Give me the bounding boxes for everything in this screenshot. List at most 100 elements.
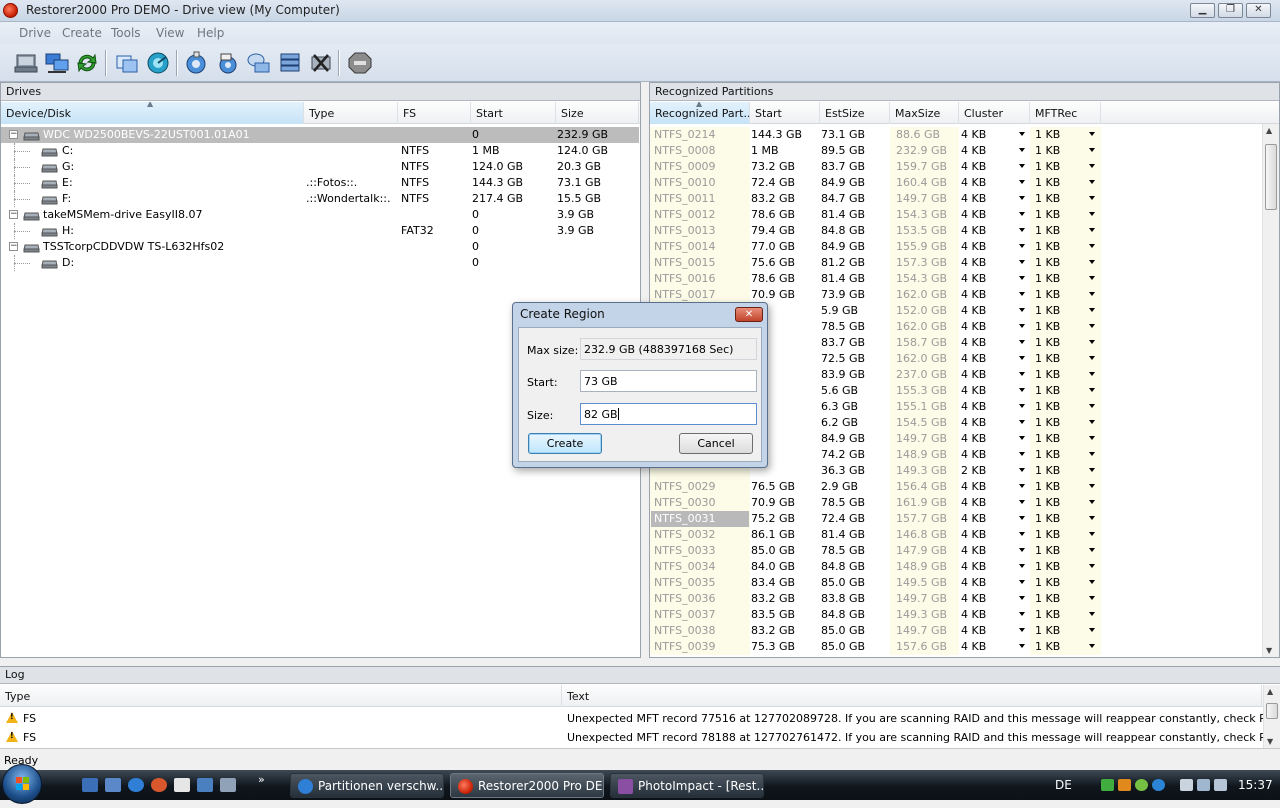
dropdown-arrow-icon[interactable]	[1019, 308, 1025, 312]
raid-icon[interactable]	[277, 51, 303, 75]
tree-collapse-icon[interactable]: −	[9, 210, 18, 219]
delete-icon[interactable]	[308, 51, 334, 75]
app-icon[interactable]	[3, 3, 18, 18]
dropdown-arrow-icon[interactable]	[1019, 164, 1025, 168]
dropdown-arrow-icon[interactable]	[1089, 228, 1095, 232]
col-start[interactable]: Start	[750, 102, 820, 124]
col-type[interactable]: Type	[304, 102, 398, 124]
dropdown-arrow-icon[interactable]	[1089, 372, 1095, 376]
create-region-icon[interactable]	[114, 51, 140, 75]
task-partitionen[interactable]: Partitionen verschw...	[290, 773, 444, 798]
firefox-icon[interactable]	[151, 778, 167, 792]
partition-row[interactable]: NTFS_0011 83.2 GB 84.7 GB 149.7 GB 4 KB 1 KB	[650, 191, 1272, 207]
create-button[interactable]: Create	[528, 433, 602, 454]
tree-collapse-icon[interactable]: −	[9, 130, 18, 139]
dropdown-arrow-icon[interactable]	[1019, 228, 1025, 232]
find-file-icon[interactable]	[184, 51, 210, 75]
dropdown-arrow-icon[interactable]	[1089, 436, 1095, 440]
dropdown-arrow-icon[interactable]	[1019, 644, 1025, 648]
dropdown-arrow-icon[interactable]	[1089, 260, 1095, 264]
dropdown-arrow-icon[interactable]	[1089, 404, 1095, 408]
col-recognized-partition[interactable]: ▲ Recognized Part...	[650, 102, 750, 124]
dropdown-arrow-icon[interactable]	[1019, 340, 1025, 344]
refresh-icon[interactable]	[74, 51, 100, 75]
dropdown-arrow-icon[interactable]	[1089, 452, 1095, 456]
dropdown-arrow-icon[interactable]	[1089, 484, 1095, 488]
dropdown-arrow-icon[interactable]	[1019, 212, 1025, 216]
dropdown-arrow-icon[interactable]	[1089, 180, 1095, 184]
mail-icon[interactable]	[174, 778, 190, 792]
partition-row[interactable]: NTFS_0214 144.3 GB 73.1 GB 88.6 GB 4 KB 1 KB	[650, 127, 1272, 143]
cancel-button[interactable]: Cancel	[679, 433, 753, 454]
task-photoimpact[interactable]: PhotoImpact - [Rest...	[610, 773, 764, 798]
partition-row[interactable]: NTFS_0014 77.0 GB 84.9 GB 155.9 GB 4 KB 1 KB	[650, 239, 1272, 255]
partition-row[interactable]: NTFS_0008 1 MB 89.5 GB 232.9 GB 4 KB 1 KB	[650, 143, 1272, 159]
dropdown-arrow-icon[interactable]	[1019, 532, 1025, 536]
volume-row[interactable]: F: .::Wondertalk::. NTFS 217.4 GB 15.5 GB	[1, 191, 639, 207]
col-fs[interactable]: FS	[398, 102, 471, 124]
dropdown-arrow-icon[interactable]	[1089, 164, 1095, 168]
dropdown-arrow-icon[interactable]	[1019, 356, 1025, 360]
dropdown-arrow-icon[interactable]	[1019, 196, 1025, 200]
partition-row[interactable]: NTFS_0012 78.6 GB 81.4 GB 154.3 GB 4 KB 1 KB	[650, 207, 1272, 223]
partition-row[interactable]: NTFS_0032 86.1 GB 81.4 GB 146.8 GB 4 KB 1 KB	[650, 527, 1272, 543]
menu-drive[interactable]: Drive	[19, 26, 51, 40]
partition-row[interactable]: NTFS_0035 83.4 GB 85.0 GB 149.5 GB 4 KB 1 KB	[650, 575, 1272, 591]
dropdown-arrow-icon[interactable]	[1089, 388, 1095, 392]
partition-row[interactable]: NTFS_0038 83.2 GB 85.0 GB 149.7 GB 4 KB 1 KB	[650, 623, 1272, 639]
col-cluster[interactable]: Cluster	[959, 102, 1030, 124]
dropdown-arrow-icon[interactable]	[1019, 452, 1025, 456]
tray-flower-icon[interactable]	[1135, 779, 1148, 791]
switch-windows-icon[interactable]	[105, 778, 121, 792]
partition-row[interactable]: NTFS_0015 75.6 GB 81.2 GB 157.3 GB 4 KB 1 KB	[650, 255, 1272, 271]
dropdown-arrow-icon[interactable]	[1089, 276, 1095, 280]
dropdown-arrow-icon[interactable]	[1019, 148, 1025, 152]
computer-icon[interactable]	[220, 778, 236, 792]
dropdown-arrow-icon[interactable]	[1019, 468, 1025, 472]
log-scrollbar[interactable]: ▲ ▼	[1263, 685, 1280, 748]
disk-row[interactable]: − TSSTcorpCDDVDW TS-L632Hfs02 0	[1, 239, 639, 255]
dropdown-arrow-icon[interactable]	[1019, 500, 1025, 504]
dropdown-arrow-icon[interactable]	[1019, 260, 1025, 264]
app-icon[interactable]	[197, 778, 213, 792]
volume-row[interactable]: D: 0	[1, 255, 639, 271]
col-estsize[interactable]: EstSize	[820, 102, 890, 124]
dialog-close-button[interactable]: ✕	[735, 307, 763, 322]
col-log-type[interactable]: Type	[0, 685, 562, 707]
network-people-icon[interactable]	[1101, 779, 1114, 791]
dropdown-arrow-icon[interactable]	[1019, 244, 1025, 248]
search-icon[interactable]	[215, 51, 241, 75]
dropdown-arrow-icon[interactable]	[1019, 548, 1025, 552]
dropdown-arrow-icon[interactable]	[1089, 292, 1095, 296]
dropdown-arrow-icon[interactable]	[1089, 596, 1095, 600]
dropdown-arrow-icon[interactable]	[1019, 388, 1025, 392]
dropdown-arrow-icon[interactable]	[1089, 148, 1095, 152]
disk-row[interactable]: − WDC WD2500BEVS-22UST001.01A01 0 232.9 GB	[1, 127, 639, 143]
partition-row[interactable]: NTFS_0034 84.0 GB 84.8 GB 148.9 GB 4 KB 1 KB	[650, 559, 1272, 575]
log-row[interactable]: ! FS Unexpected MFT record 78188 at 1277…	[0, 728, 1280, 747]
partition-row[interactable]: NTFS_0013 79.4 GB 84.8 GB 153.5 GB 4 KB 1 KB	[650, 223, 1272, 239]
dropdown-arrow-icon[interactable]	[1019, 292, 1025, 296]
col-maxsize[interactable]: MaxSize	[890, 102, 959, 124]
network-icon[interactable]	[1197, 779, 1210, 791]
dropdown-arrow-icon[interactable]	[1019, 276, 1025, 280]
drive-icon[interactable]	[13, 51, 39, 75]
partition-row[interactable]: NTFS_0029 76.5 GB 2.9 GB 156.4 GB 4 KB 1 KB	[650, 479, 1272, 495]
partition-row[interactable]: NTFS_0016 78.6 GB 81.4 GB 154.3 GB 4 KB 1 KB	[650, 271, 1272, 287]
col-device-disk[interactable]: ▲ Device/Disk	[1, 102, 304, 124]
scrollbar-thumb[interactable]	[1265, 144, 1277, 210]
dropdown-arrow-icon[interactable]	[1089, 324, 1095, 328]
dropdown-arrow-icon[interactable]	[1089, 132, 1095, 136]
dropdown-arrow-icon[interactable]	[1089, 612, 1095, 616]
menu-create[interactable]: Create	[62, 26, 102, 40]
dropdown-arrow-icon[interactable]	[1019, 484, 1025, 488]
dropdown-arrow-icon[interactable]	[1089, 196, 1095, 200]
dropdown-arrow-icon[interactable]	[1019, 132, 1025, 136]
partition-row[interactable]: NTFS_0039 75.3 GB 85.0 GB 157.6 GB 4 KB 1 KB	[650, 639, 1272, 655]
partition-row[interactable]: NTFS_0037 83.5 GB 84.8 GB 149.3 GB 4 KB 1 KB	[650, 607, 1272, 623]
log-row[interactable]: ! FS Unexpected MFT record 77516 at 1277…	[0, 709, 1280, 728]
dropdown-arrow-icon[interactable]	[1019, 612, 1025, 616]
volume-row[interactable]: C: NTFS 1 MB 124.0 GB	[1, 143, 639, 159]
dropdown-arrow-icon[interactable]	[1089, 564, 1095, 568]
dropdown-arrow-icon[interactable]	[1089, 244, 1095, 248]
